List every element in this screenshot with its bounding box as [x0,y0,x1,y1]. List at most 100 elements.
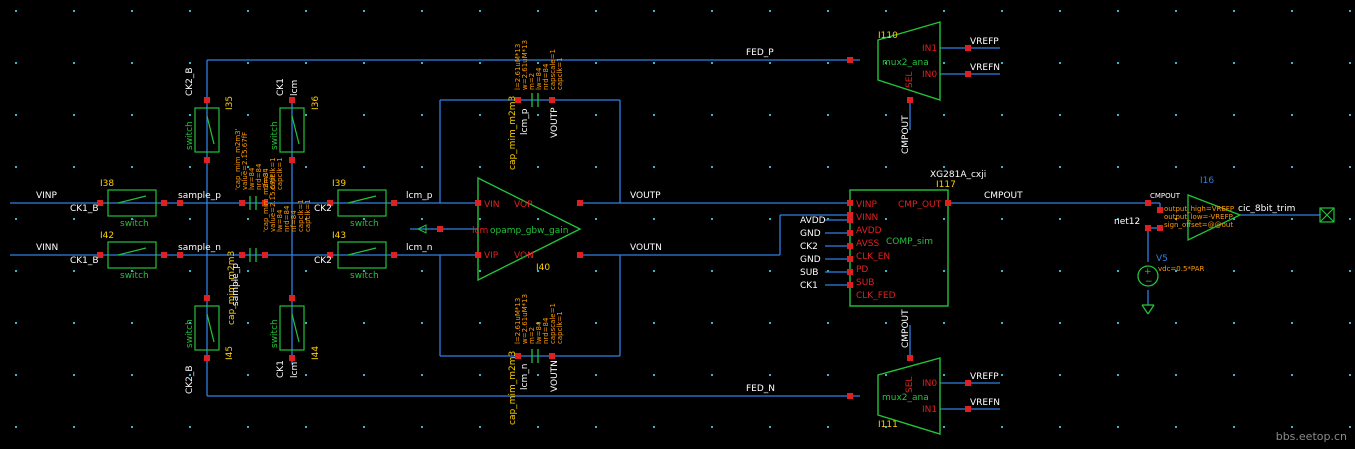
inst-i111: I111 [878,420,898,430]
net-fed-p: FED_P [746,48,774,58]
pin-marker [847,269,853,275]
label-sw-i42: switch [120,271,149,281]
comparator-pin-7: CLK_FED [856,291,896,301]
net-vinn: VINN [36,243,58,253]
inst-i110: I110 [878,31,898,41]
mux-bot-in0: IN0 [922,379,937,389]
label-sw-i43: switch [350,271,379,281]
pin-marker [204,355,210,361]
pin-marker [1145,225,1151,231]
label-sw-i44: switch [270,319,280,348]
pin-marker [391,252,397,258]
pin-marker [204,295,210,301]
comparator-ext-5: CK1 [800,281,818,291]
mux-top-vrefp: VREFP [970,37,999,47]
mux-bot-in1: IN1 [922,405,937,415]
trim-name: cic_8bit_trim [1238,204,1295,214]
comparator-name: COMP_sim [886,237,933,247]
inst-i36: I36 [311,96,321,110]
cap-n-param-6: capclk=1 [304,199,312,232]
comparator-pin-3: AVSS [856,239,879,249]
pin-marker [847,230,853,236]
comparator-pin-2: AVDD [856,226,882,236]
cap-model-top: cap_mim_m2m3 [508,96,518,170]
comparator-cell: XG281A_cxji [930,170,986,180]
mux-top-sel: SEL [905,72,915,88]
pin-marker [289,97,295,103]
opamp-pin-von: VON [514,251,534,261]
pin-marker [204,97,210,103]
inst-i45: I45 [225,346,235,360]
label-ck2b-bot: CK2_B [185,365,195,394]
label-ck2-top: CK2 [314,204,332,214]
comparator-ext-4: SUB [800,268,818,278]
ground-icon [1141,304,1155,315]
comparator-ext-3: GND [800,255,821,265]
pin-marker [847,200,853,206]
net-sample-p-vert: sample_p [231,263,241,306]
trim-line-0: CMPOUT [1150,192,1181,200]
net-lcm-n-vert: lcm_n [520,364,530,390]
comparator-ext-2: CK2 [800,242,818,252]
label-sw-i45: switch [185,319,195,348]
pin-marker [847,243,853,249]
pin-marker [239,200,245,206]
comparator-ext-0: AVDD [800,216,826,226]
mux-top-name: mux2_ana [882,58,929,68]
comparator-pin-1: VINN [856,213,878,223]
label-sw-i38: switch [120,219,149,229]
net-sample-n: sample_n [178,243,221,253]
pin-marker [847,57,853,63]
net-sample-p: sample_p [178,191,221,201]
label-ck1b-bot: CK1_B [70,256,99,266]
mux-bot-vrefp: VREFP [970,372,999,382]
cap-model-bot: cap_mim_m2m3 [508,351,518,425]
pin-marker [907,97,913,103]
net-lcm-p: lcm_p [406,191,433,201]
mux-bot-sel: SEL [905,377,915,393]
pin-marker [239,252,245,258]
mux-bot-cmpout: CMPOUT [901,309,911,348]
net-lcm-p-vert: lcm_p [520,108,530,135]
pin-marker [1157,207,1163,213]
label-sw-i39: switch [350,219,379,229]
label-ck1b-top: CK1_B [70,204,99,214]
mux-bot-vrefn: VREFN [970,398,1000,408]
pin-marker [549,97,555,103]
opamp-pin-vin: VIN [484,200,500,210]
pin-marker [437,226,443,232]
net-vinp: VINP [36,191,58,201]
inst-i16: I16 [1200,176,1214,186]
mux-bot-name: mux2_ana [882,393,929,403]
schematic-canvas[interactable]: + − VINP VINN sample_p sample_n lcm_p lc… [0,0,1355,449]
label-lcm-top: lcm [290,80,300,96]
cap-top-param-6: capclk=1 [556,57,564,90]
output-terminal-icon[interactable] [1319,207,1335,223]
inst-i117: I117 [936,180,956,190]
cap-bot-param-6: capclk=1 [556,311,564,344]
net-cmpout: CMPOUT [984,191,1023,201]
net-fed-n: FED_N [746,384,775,394]
trim-line-1: output_high=VREFP [1164,205,1234,213]
net-voutp-vert: VOUTP [550,107,560,138]
mux-top-in1: IN1 [922,44,937,54]
pin-marker [204,157,210,163]
label-sw-i35: switch [185,121,195,150]
pin-marker [1157,225,1163,231]
comparator-pin-4: CLK_EN [856,252,890,262]
pin-marker [475,252,481,258]
trim-line-2: output_low=-VREFP [1164,213,1233,221]
net-net12: net12 [1114,217,1140,227]
inst-i42: I42 [100,231,114,241]
inst-i38: I38 [100,179,114,189]
pin-marker [577,200,583,206]
mux-top-cmpout: CMPOUT [901,115,911,154]
grid-dots [15,10,1351,428]
opamp-pin-vop: VOP [514,200,533,210]
label-sw-i36: switch [270,121,280,150]
pin-marker [907,355,913,361]
voltage-source-v5[interactable]: + − [1137,265,1159,287]
mux-top-in0: IN0 [922,70,937,80]
v5-param: vdc=0.5*PAR [1158,265,1204,273]
comparator-pin-0: VINP [856,200,878,210]
